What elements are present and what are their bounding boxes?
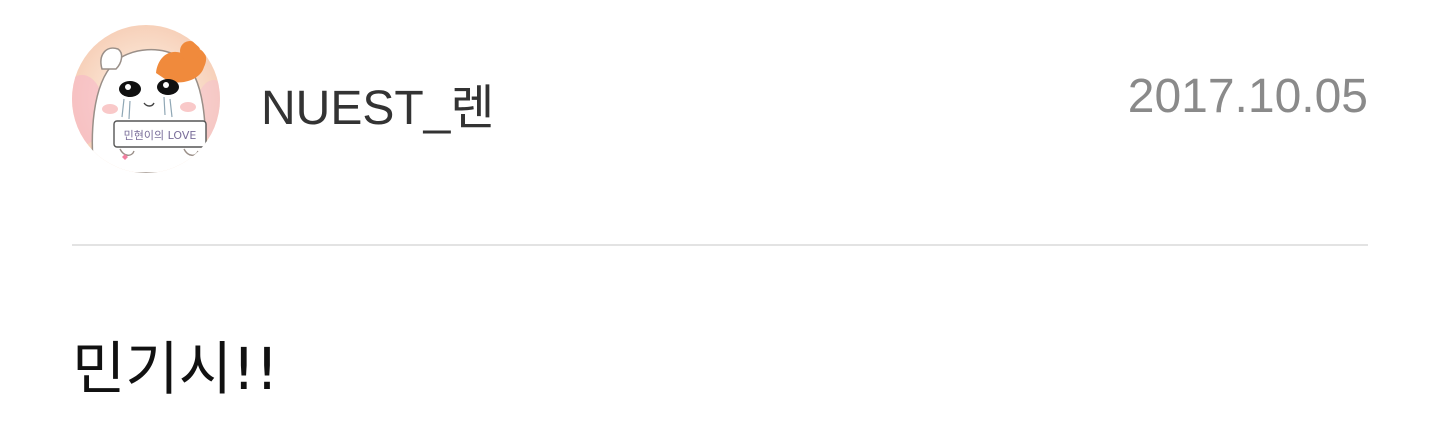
post-header: 민현이의 LOVE NUEST_렌 2017.10.05	[72, 25, 1368, 173]
hamster-avatar-icon: 민현이의 LOVE	[72, 25, 220, 173]
avatar-sign-text: 민현이의 LOVE	[124, 129, 197, 142]
post-card: 민현이의 LOVE NUEST_렌 2017.10.05 민기시!!	[0, 0, 1440, 421]
post-date: 2017.10.05	[1127, 70, 1368, 123]
author-avatar[interactable]: 민현이의 LOVE	[72, 25, 220, 173]
post-body-text: 민기시!!	[72, 335, 279, 403]
header-divider	[72, 244, 1368, 246]
author-name[interactable]: NUEST_렌	[261, 81, 495, 137]
